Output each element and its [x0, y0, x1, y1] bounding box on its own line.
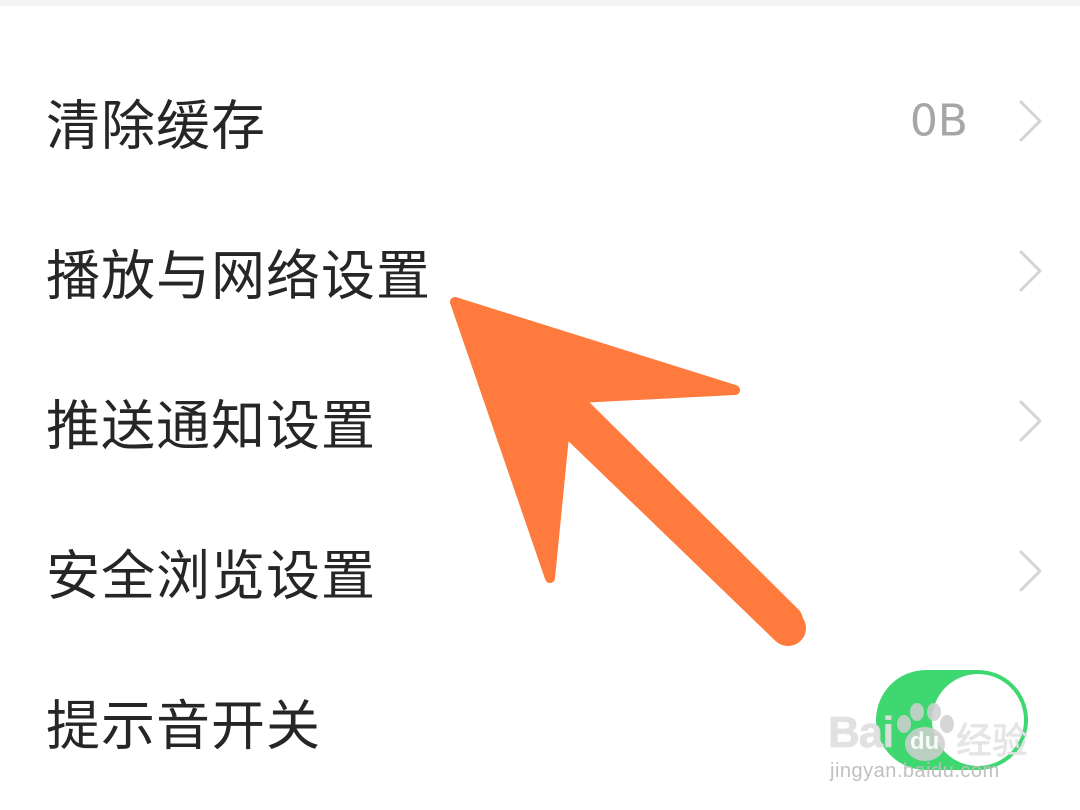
- annotation-arrow-icon: [450, 297, 806, 646]
- settings-screen: 清除缓存 0B 播放与网络设置 推送通知设置 安全浏览设置 提示音开关 Bai …: [0, 0, 1080, 810]
